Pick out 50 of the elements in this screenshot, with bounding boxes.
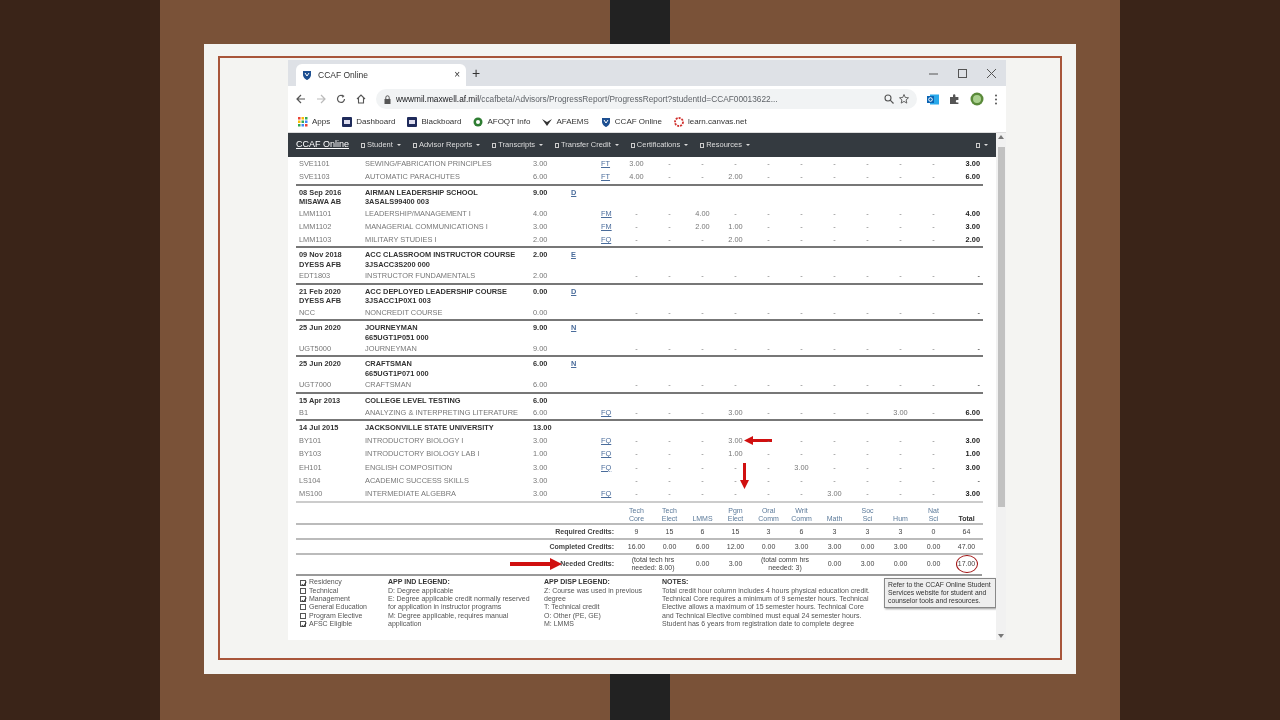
ring-icon xyxy=(673,117,684,127)
square-logo-icon xyxy=(342,117,353,127)
new-tab-button[interactable]: + xyxy=(472,66,481,80)
checkbox[interactable] xyxy=(300,612,306,619)
bookmark-link[interactable]: Apps xyxy=(298,116,331,128)
check-icon xyxy=(301,580,307,587)
account-menu-button[interactable] xyxy=(976,142,988,148)
back-arrow-icon[interactable] xyxy=(296,94,306,104)
checkbox[interactable] xyxy=(300,587,306,594)
home-icon[interactable] xyxy=(356,94,366,104)
address-bar[interactable]: wwwmil.maxwell.af.mil/ccafbeta/Advisors/ProgressReport/ProgressReport?studentId=CCAF00013622... xyxy=(376,89,917,109)
magnifier-icon[interactable] xyxy=(884,94,894,104)
tab-close-button[interactable]: × xyxy=(454,70,460,80)
outlook-icon[interactable] xyxy=(927,93,939,105)
frame-hanger xyxy=(610,672,670,720)
lock-icon xyxy=(384,94,391,104)
apps-grid-icon xyxy=(298,117,308,127)
checkbox[interactable] xyxy=(300,596,306,603)
url-text: wwwmil.maxwell.af.mil/ccafbeta/Advisors/ProgressReport/ProgressReport?studentId=CCAF00013622... xyxy=(396,92,778,106)
bookmark-link[interactable]: Blackboard xyxy=(407,116,462,128)
scroll-down-icon[interactable] xyxy=(998,634,1004,638)
checkbox[interactable] xyxy=(300,604,306,611)
menu-icon[interactable] xyxy=(994,93,998,105)
star-icon[interactable] xyxy=(899,94,909,104)
tab-title: CCAF Online xyxy=(318,68,370,82)
browser-tab[interactable]: CCAF Online × xyxy=(296,64,466,86)
checkbox[interactable] xyxy=(300,621,306,628)
check-icon xyxy=(301,597,307,604)
bookmark-link[interactable]: AFAEMS xyxy=(542,116,589,128)
puzzle-icon[interactable] xyxy=(949,93,960,105)
square-logo-icon xyxy=(407,117,418,127)
brand-link[interactable]: CCAF Online xyxy=(296,138,349,152)
bookmark-link[interactable]: AFOQT Info xyxy=(473,116,531,128)
bookmark-link[interactable]: Dashboard xyxy=(342,116,396,128)
circle-logo-icon xyxy=(473,117,484,127)
maximize-icon[interactable] xyxy=(958,68,967,78)
checkbox[interactable] xyxy=(300,579,306,586)
reload-icon[interactable] xyxy=(336,94,346,104)
bookmark-link[interactable]: learn.canvas.net xyxy=(673,116,747,128)
avatar-icon[interactable] xyxy=(970,92,984,106)
bookmark-link[interactable]: CCAF Online xyxy=(600,116,662,128)
shield-icon xyxy=(600,117,611,127)
scrollbar-thumb[interactable] xyxy=(997,147,1005,507)
scrollbar[interactable] xyxy=(996,133,1006,640)
wings-icon xyxy=(542,117,553,127)
close-icon[interactable] xyxy=(987,68,996,78)
shield-icon xyxy=(302,69,312,81)
frame-hanger xyxy=(610,0,670,46)
check-icon xyxy=(301,622,307,629)
scroll-up-icon[interactable] xyxy=(998,135,1004,139)
